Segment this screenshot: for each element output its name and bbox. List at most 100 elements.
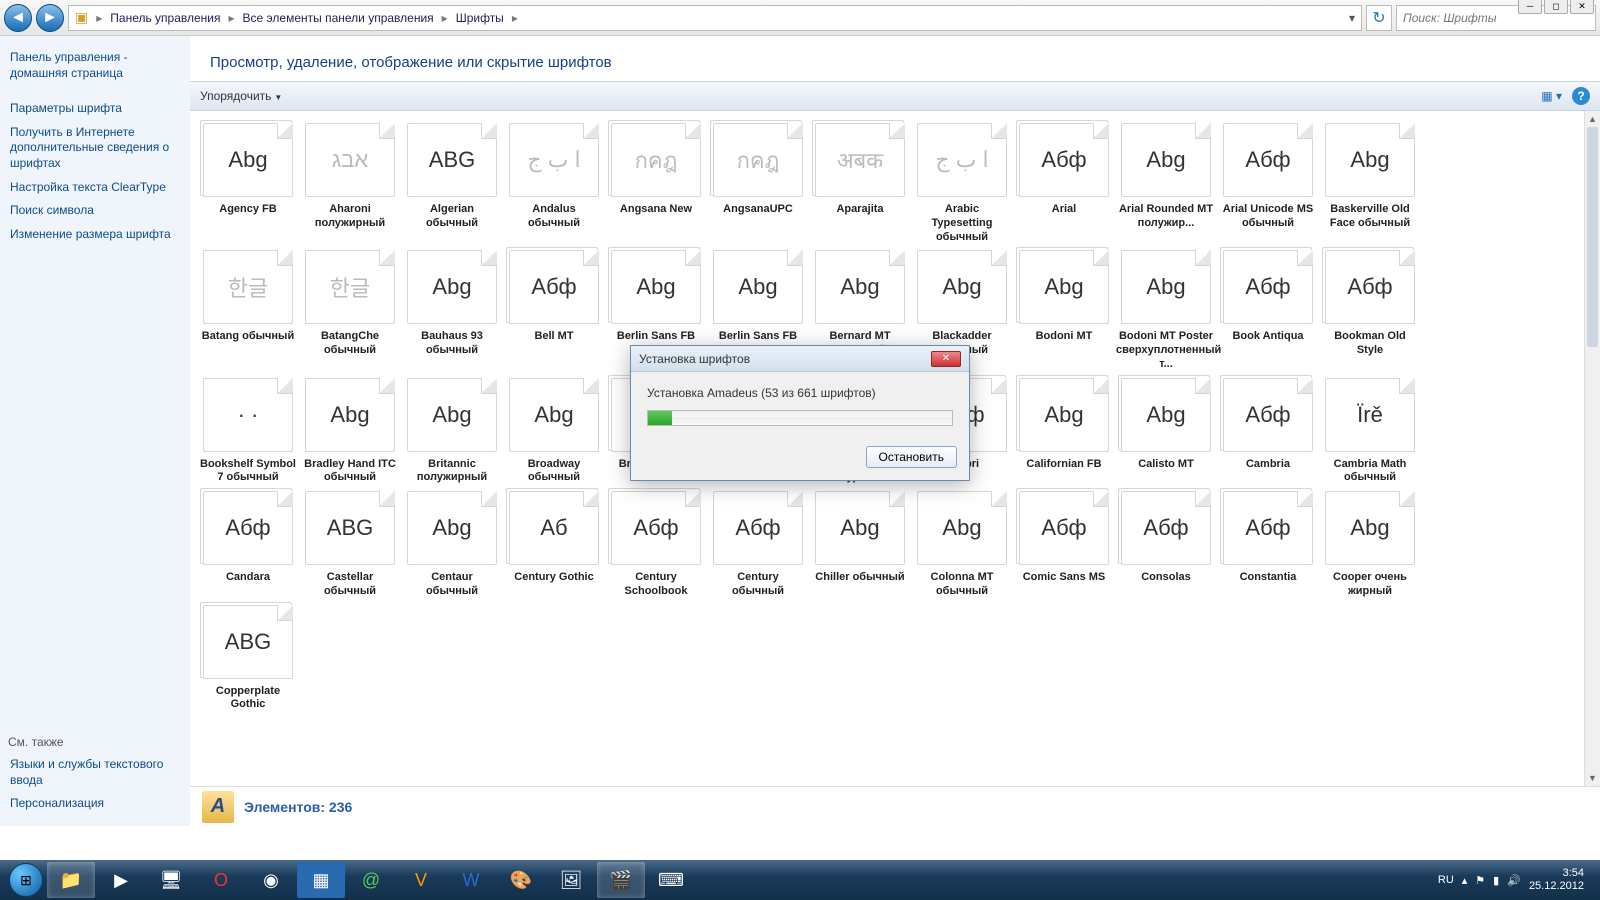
font-item[interactable]: AbgColonna MT обычный	[914, 491, 1010, 599]
font-item[interactable]: АбфArial	[1016, 123, 1112, 244]
font-item[interactable]: АбфBell MT	[506, 250, 602, 371]
breadcrumb-root[interactable]: Панель управления	[110, 11, 220, 25]
control-panel-icon: ▣	[75, 9, 88, 26]
taskbar-opera[interactable]: O	[197, 862, 245, 898]
sidebar-link-0[interactable]: Параметры шрифта	[8, 97, 182, 121]
sidebar-link-4[interactable]: Изменение размера шрифта	[8, 223, 182, 247]
font-item[interactable]: АбфCambria	[1220, 378, 1316, 486]
taskbar-app-4[interactable]: V	[397, 862, 445, 898]
font-item[interactable]: 한글BatangChe обычный	[302, 250, 398, 371]
taskbar-wmp[interactable]: ▶	[97, 862, 145, 898]
font-item[interactable]: АбфComic Sans MS	[1016, 491, 1112, 599]
stop-button[interactable]: Остановить	[866, 446, 958, 468]
font-label: Batang обычный	[202, 330, 294, 344]
breadcrumb-leaf[interactable]: Шрифты	[456, 11, 504, 25]
sidebar-home[interactable]: Панель управления - домашняя страница	[8, 46, 182, 85]
view-icon[interactable]: ▦ ▾	[1541, 89, 1562, 103]
font-item[interactable]: אבגAharoni полужирный	[302, 123, 398, 244]
see-also-1[interactable]: Персонализация	[8, 792, 182, 816]
font-item[interactable]: अबकAparajita	[812, 123, 908, 244]
font-preview-icon: Abg	[1019, 378, 1109, 452]
see-also-0[interactable]: Языки и службы текстового ввода	[8, 753, 182, 792]
font-item[interactable]: АбфCentury Schoolbook	[608, 491, 704, 599]
tray-network-icon[interactable]: ▮	[1493, 874, 1499, 887]
tray-chevron-icon[interactable]: ▴	[1462, 874, 1468, 887]
font-item[interactable]: АбфCandara	[200, 491, 296, 599]
taskbar-app-2[interactable]: ▦	[297, 862, 345, 898]
close-button[interactable]: ✕	[1570, 0, 1594, 14]
scroll-up-icon[interactable]: ▲	[1585, 111, 1600, 127]
sidebar-link-3[interactable]: Поиск символа	[8, 199, 182, 223]
back-button[interactable]: ◄	[4, 4, 32, 32]
font-item[interactable]: ABGCastellar обычный	[302, 491, 398, 599]
font-item[interactable]: AbgBritannic полужирный	[404, 378, 500, 486]
font-item[interactable]: АбфBook Antiqua	[1220, 250, 1316, 371]
taskbar-app-5[interactable]: 🖼	[547, 862, 595, 898]
font-item[interactable]: АбфBookman Old Style	[1322, 250, 1418, 371]
taskbar-app-3[interactable]: @	[347, 862, 395, 898]
font-item[interactable]: AbgBroadway обычный	[506, 378, 602, 486]
font-item[interactable]: Abg Californian FB	[1016, 378, 1112, 486]
font-label: Arial	[1052, 203, 1076, 217]
font-item[interactable]: АбфArial Unicode MS обычный	[1220, 123, 1316, 244]
taskbar-paint[interactable]: 🎨	[497, 862, 545, 898]
taskbar-app-7[interactable]: ⌨	[647, 862, 695, 898]
font-label: Californian FB	[1026, 458, 1101, 472]
taskbar-chrome[interactable]: ◉	[247, 862, 295, 898]
refresh-button[interactable]: ↻	[1366, 5, 1392, 31]
font-item[interactable]: ÏrěCambria Math обычный	[1322, 378, 1418, 486]
start-button[interactable]: ⊞	[6, 860, 46, 900]
tray-volume-icon[interactable]: 🔊	[1507, 874, 1521, 887]
scroll-thumb[interactable]	[1587, 127, 1598, 347]
progress-fill	[648, 411, 672, 425]
font-item[interactable]: ا ب جArabic Typesetting обычный	[914, 123, 1010, 244]
font-item[interactable]: ABGCopperplate Gothic	[200, 605, 296, 713]
scroll-down-icon[interactable]: ▼	[1585, 770, 1600, 786]
maximize-button[interactable]: ◻	[1544, 0, 1568, 14]
font-item[interactable]: ا ب جAndalus обычный	[506, 123, 602, 244]
font-item[interactable]: AbgChiller обычный	[812, 491, 908, 599]
dialog-title: Установка шрифтов	[639, 352, 750, 366]
font-item[interactable]: AbgCentaur обычный	[404, 491, 500, 599]
organize-button[interactable]: Упорядочить▼	[200, 89, 282, 103]
font-item[interactable]: АбфCentury обычный	[710, 491, 806, 599]
font-item[interactable]: · ·Bookshelf Symbol 7 обычный	[200, 378, 296, 486]
font-item[interactable]: ABGAlgerian обычный	[404, 123, 500, 244]
taskbar-app-6[interactable]: 🎬	[597, 862, 645, 898]
font-item[interactable]: AbgBradley Hand ITC обычный	[302, 378, 398, 486]
vertical-scrollbar[interactable]: ▲ ▼	[1584, 111, 1600, 786]
address-bar[interactable]: ▣ ▸ Панель управления ▸ Все элементы пан…	[68, 5, 1362, 31]
font-label: Arabic Typesetting обычный	[914, 203, 1010, 244]
font-item[interactable]: AbgBaskerville Old Face обычный	[1322, 123, 1418, 244]
font-item[interactable]: AbgAgency FB	[200, 123, 296, 244]
dialog-titlebar[interactable]: Установка шрифтов ✕	[631, 346, 969, 372]
help-icon[interactable]: ?	[1572, 87, 1590, 105]
font-item[interactable]: АбфConsolas	[1118, 491, 1214, 599]
taskbar-word[interactable]: W	[447, 862, 495, 898]
minimize-button[interactable]: ─	[1518, 0, 1542, 14]
forward-button[interactable]: ►	[36, 4, 64, 32]
tray-flag-icon[interactable]: ⚑	[1475, 874, 1485, 887]
font-item[interactable]: АбфConstantia	[1220, 491, 1316, 599]
taskbar-explorer[interactable]: 📁	[47, 862, 95, 898]
font-item[interactable]: กคฎAngsana New	[608, 123, 704, 244]
taskbar-app-1[interactable]: 🖥	[147, 862, 195, 898]
font-preview-icon: Абф	[1121, 491, 1211, 565]
tray-lang[interactable]: RU	[1438, 874, 1454, 886]
font-item[interactable]: 한글Batang обычный	[200, 250, 296, 371]
dropdown-icon[interactable]: ▾	[1349, 11, 1355, 25]
font-item[interactable]: AbgCalisto MT	[1118, 378, 1214, 486]
font-item[interactable]: AbgBodoni MT	[1016, 250, 1112, 371]
breadcrumb-mid[interactable]: Все элементы панели управления	[243, 11, 434, 25]
font-preview-icon: Ïrě	[1325, 378, 1415, 452]
dialog-close-button[interactable]: ✕	[931, 351, 961, 367]
font-item[interactable]: AbgBauhaus 93 обычный	[404, 250, 500, 371]
tray-clock[interactable]: 3:54 25.12.2012	[1529, 867, 1584, 893]
font-item[interactable]: AbgBodoni MT Poster сверхуплотненный т..…	[1118, 250, 1214, 371]
sidebar-link-1[interactable]: Получить в Интернете дополнительные свед…	[8, 121, 182, 176]
font-item[interactable]: AbgArial Rounded MT полужир...	[1118, 123, 1214, 244]
font-item[interactable]: АбCentury Gothic	[506, 491, 602, 599]
sidebar-link-2[interactable]: Настройка текста ClearType	[8, 176, 182, 200]
font-item[interactable]: AbgCooper очень жирный	[1322, 491, 1418, 599]
font-item[interactable]: กคฎAngsanaUPC	[710, 123, 806, 244]
